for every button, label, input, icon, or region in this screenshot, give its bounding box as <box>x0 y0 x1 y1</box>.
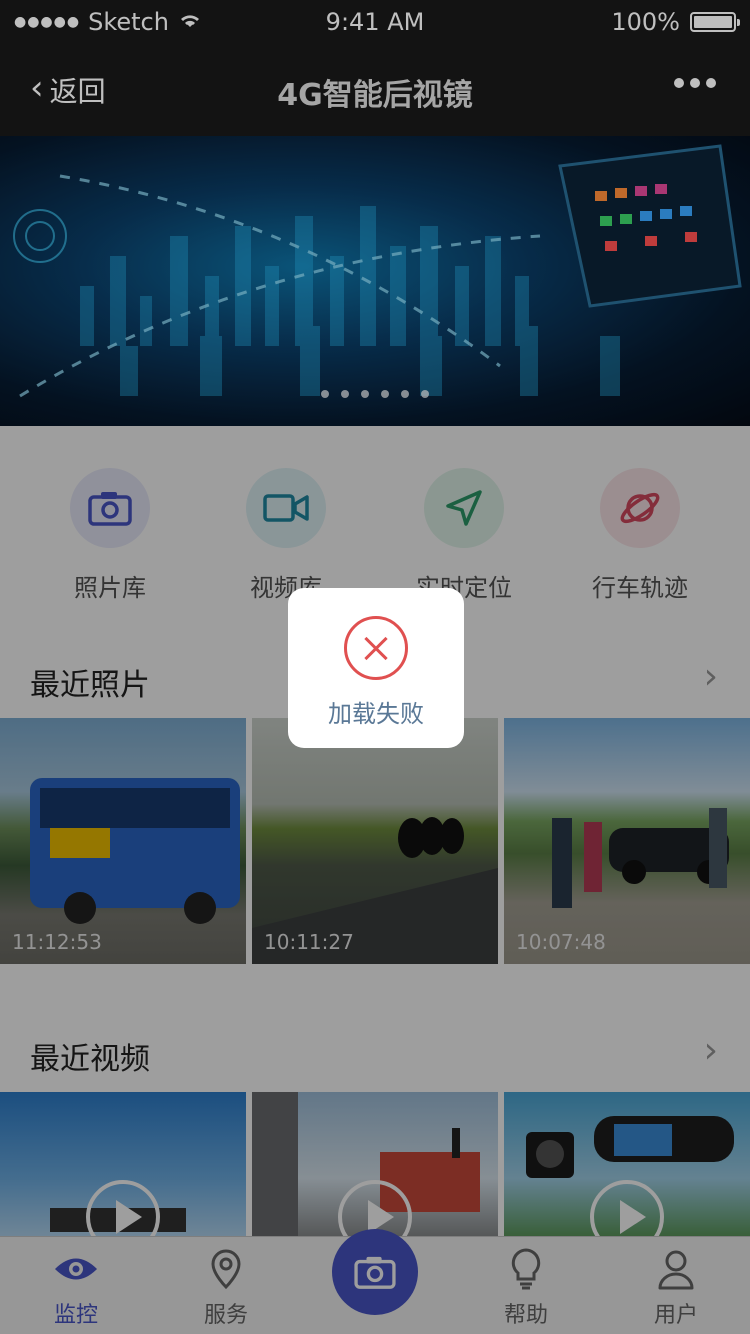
dim-overlay-top <box>0 0 750 426</box>
error-toast: 加载失败 <box>288 588 464 748</box>
toast-message: 加载失败 <box>328 700 424 728</box>
error-x-icon <box>344 616 408 680</box>
modal-dim-overlay[interactable] <box>0 426 750 1334</box>
